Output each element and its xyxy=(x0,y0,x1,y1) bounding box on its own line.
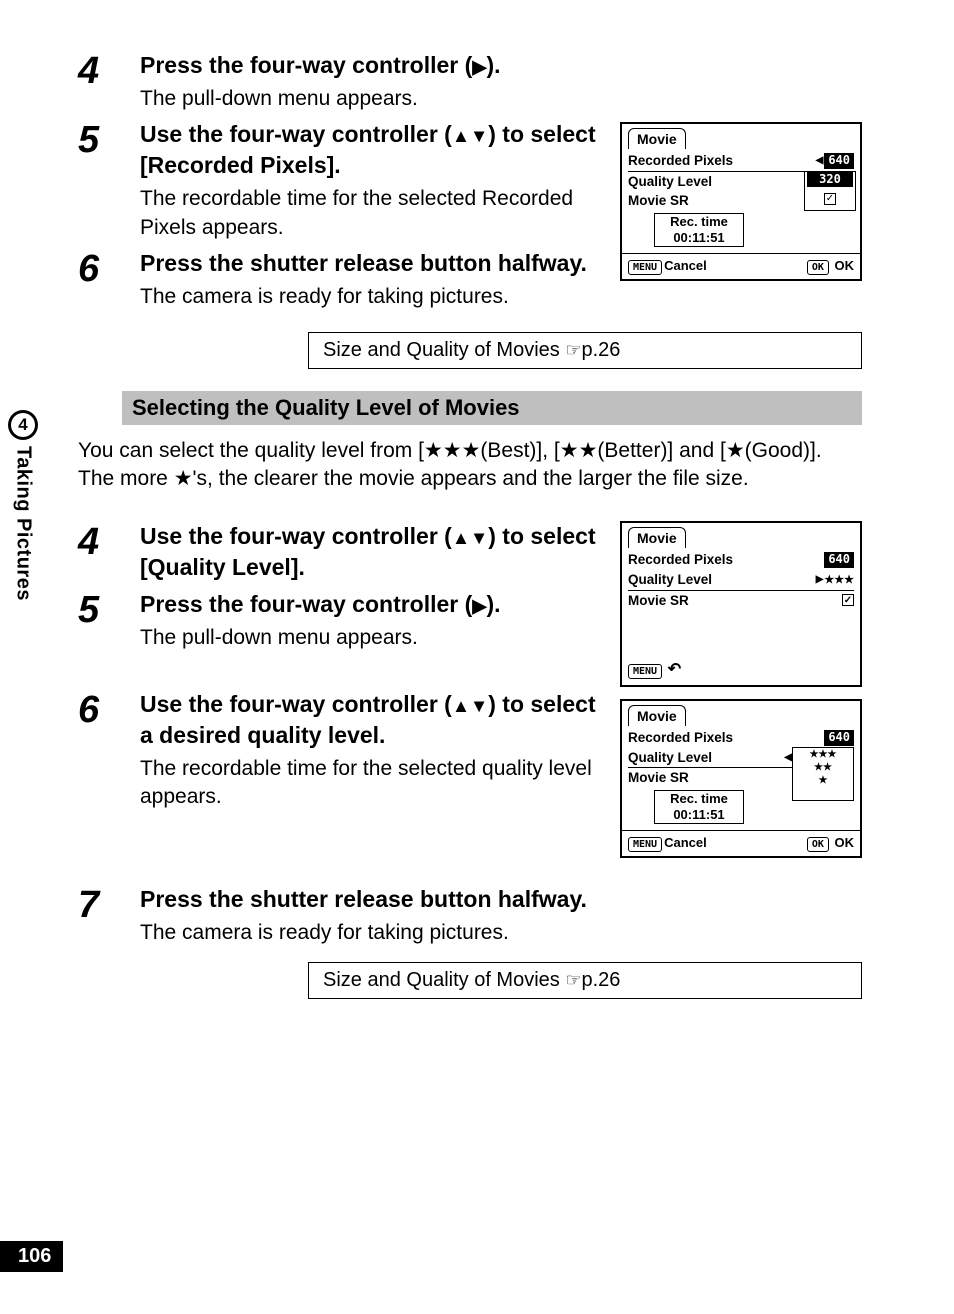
down-arrow-icon xyxy=(470,121,488,147)
up-arrow-icon xyxy=(452,523,470,549)
chapter-number-badge: 4 xyxy=(8,410,38,440)
menu-button-icon: MENU xyxy=(628,664,662,679)
lcd-tab: Movie xyxy=(628,705,686,726)
down-arrow-icon xyxy=(470,691,488,717)
lcd-label: Recorded Pixels xyxy=(628,152,815,170)
step-heading: Press the four-way controller (). xyxy=(140,50,602,81)
lcd-cancel-label: Cancel xyxy=(664,835,707,850)
left-arrow-icon: ◀ xyxy=(784,751,792,764)
lcd-tab: Movie xyxy=(628,128,686,149)
back-icon: ↶ xyxy=(668,661,681,678)
lcd-screenshot-quality-select: Movie Recorded Pixels 640 Quality Level … xyxy=(620,521,862,687)
right-arrow-icon: ▶ xyxy=(816,573,824,586)
chapter-title: Taking Pictures xyxy=(12,446,35,601)
step-number: 6 xyxy=(78,248,140,311)
step-heading: Press the four-way controller (). xyxy=(140,589,602,620)
star-icon: ★ xyxy=(174,467,193,490)
checkbox-icon: ✓ xyxy=(842,594,854,606)
star-icon: ★ xyxy=(726,439,745,462)
lcd-rec-time: Rec. time 00:11:51 xyxy=(654,213,744,248)
star-icon: ★★ xyxy=(560,439,598,462)
reference-box: Size and Quality of Movies p.26 xyxy=(308,962,862,999)
step-7: 7 Press the shutter release button halfw… xyxy=(78,884,862,947)
lcd-label: Movie SR xyxy=(628,592,842,610)
chapter-side-tab: 4 Taking Pictures xyxy=(0,410,46,601)
lcd-label: Movie SR xyxy=(628,769,793,787)
step-number: 6 xyxy=(78,689,140,812)
star-icon: ★★★ xyxy=(424,439,480,462)
star-rating: ★★ xyxy=(793,761,853,774)
reference-box: Size and Quality of Movies p.26 xyxy=(308,332,862,369)
ok-button-icon: OK xyxy=(807,260,829,275)
left-arrow-icon: ◀ xyxy=(816,154,824,167)
step-6b: 6 Use the four-way controller () to sele… xyxy=(78,689,602,812)
chapter-number: 4 xyxy=(11,413,35,437)
right-arrow-icon xyxy=(472,52,486,78)
lcd-value-highlighted: 640 xyxy=(824,730,854,746)
section-header: Selecting the Quality Level of Movies xyxy=(122,391,862,425)
lcd-label: Recorded Pixels xyxy=(628,729,824,747)
lcd-cancel-label: Cancel xyxy=(664,258,707,273)
lcd-ok-label: OK xyxy=(835,835,855,850)
step-description: The recordable time for the selected qua… xyxy=(140,755,602,812)
step-heading: Use the four-way controller () to select… xyxy=(140,521,602,583)
step-4a: 4 Press the four-way controller (). The … xyxy=(78,50,602,113)
step-number: 7 xyxy=(78,884,140,947)
lcd-tab: Movie xyxy=(628,527,686,548)
lcd-value-highlighted: 640 xyxy=(824,153,854,169)
step-description: The recordable time for the selected Rec… xyxy=(140,185,602,242)
intro-paragraph: You can select the quality level from [★… xyxy=(78,437,862,494)
down-arrow-icon xyxy=(470,523,488,549)
step-description: The camera is ready for taking pictures. xyxy=(140,919,862,947)
lcd-label: Quality Level xyxy=(628,173,804,191)
lcd-label: Recorded Pixels xyxy=(628,551,824,569)
pointer-icon xyxy=(565,339,581,361)
step-description: The pull-down menu appears. xyxy=(140,624,602,652)
step-number: 4 xyxy=(78,50,140,113)
menu-button-icon: MENU xyxy=(628,837,662,852)
step-5b: 5 Press the four-way controller (). The … xyxy=(78,589,602,652)
menu-button-icon: MENU xyxy=(628,260,662,275)
right-arrow-icon xyxy=(472,591,486,617)
lcd-label: Movie SR xyxy=(628,192,804,210)
step-description: The pull-down menu appears. xyxy=(140,85,602,113)
step-5a: 5 Use the four-way controller () to sele… xyxy=(78,119,602,242)
step-4b: 4 Use the four-way controller () to sele… xyxy=(78,521,602,583)
lcd-screenshot-recorded-pixels: Movie Recorded Pixels ◀ 640 Quality Leve… xyxy=(620,122,862,281)
lcd-option: 320 xyxy=(807,172,853,188)
step-description: The camera is ready for taking pictures. xyxy=(140,283,602,311)
checkbox-icon: ✓ xyxy=(824,193,836,205)
step-heading: Use the four-way controller () to select… xyxy=(140,689,602,751)
up-arrow-icon xyxy=(452,691,470,717)
lcd-ok-label: OK xyxy=(835,258,855,273)
up-arrow-icon xyxy=(452,121,470,147)
step-6a: 6 Press the shutter release button halfw… xyxy=(78,248,602,311)
pointer-icon xyxy=(565,969,581,991)
lcd-label: Quality Level xyxy=(628,749,783,767)
step-heading: Use the four-way controller () to select… xyxy=(140,119,602,181)
page-number: 106 xyxy=(0,1241,63,1272)
lcd-rec-time: Rec. time 00:11:51 xyxy=(654,790,744,825)
lcd-label: Quality Level xyxy=(628,571,815,589)
lcd-screenshot-quality-dropdown: Movie Recorded Pixels 640 Quality Level … xyxy=(620,699,862,858)
step-heading: Press the shutter release button halfway… xyxy=(140,248,602,279)
step-heading: Press the shutter release button halfway… xyxy=(140,884,862,915)
step-number: 4 xyxy=(78,521,140,583)
step-number: 5 xyxy=(78,589,140,652)
star-rating: ★ xyxy=(793,774,853,787)
step-number: 5 xyxy=(78,119,140,242)
star-rating: ★★★ xyxy=(793,748,853,761)
lcd-value-highlighted: 640 xyxy=(824,552,854,568)
star-rating: ★★★ xyxy=(824,573,854,587)
lcd-dropdown: ★★★ ★★ ★ xyxy=(792,747,854,801)
ok-button-icon: OK xyxy=(807,837,829,852)
